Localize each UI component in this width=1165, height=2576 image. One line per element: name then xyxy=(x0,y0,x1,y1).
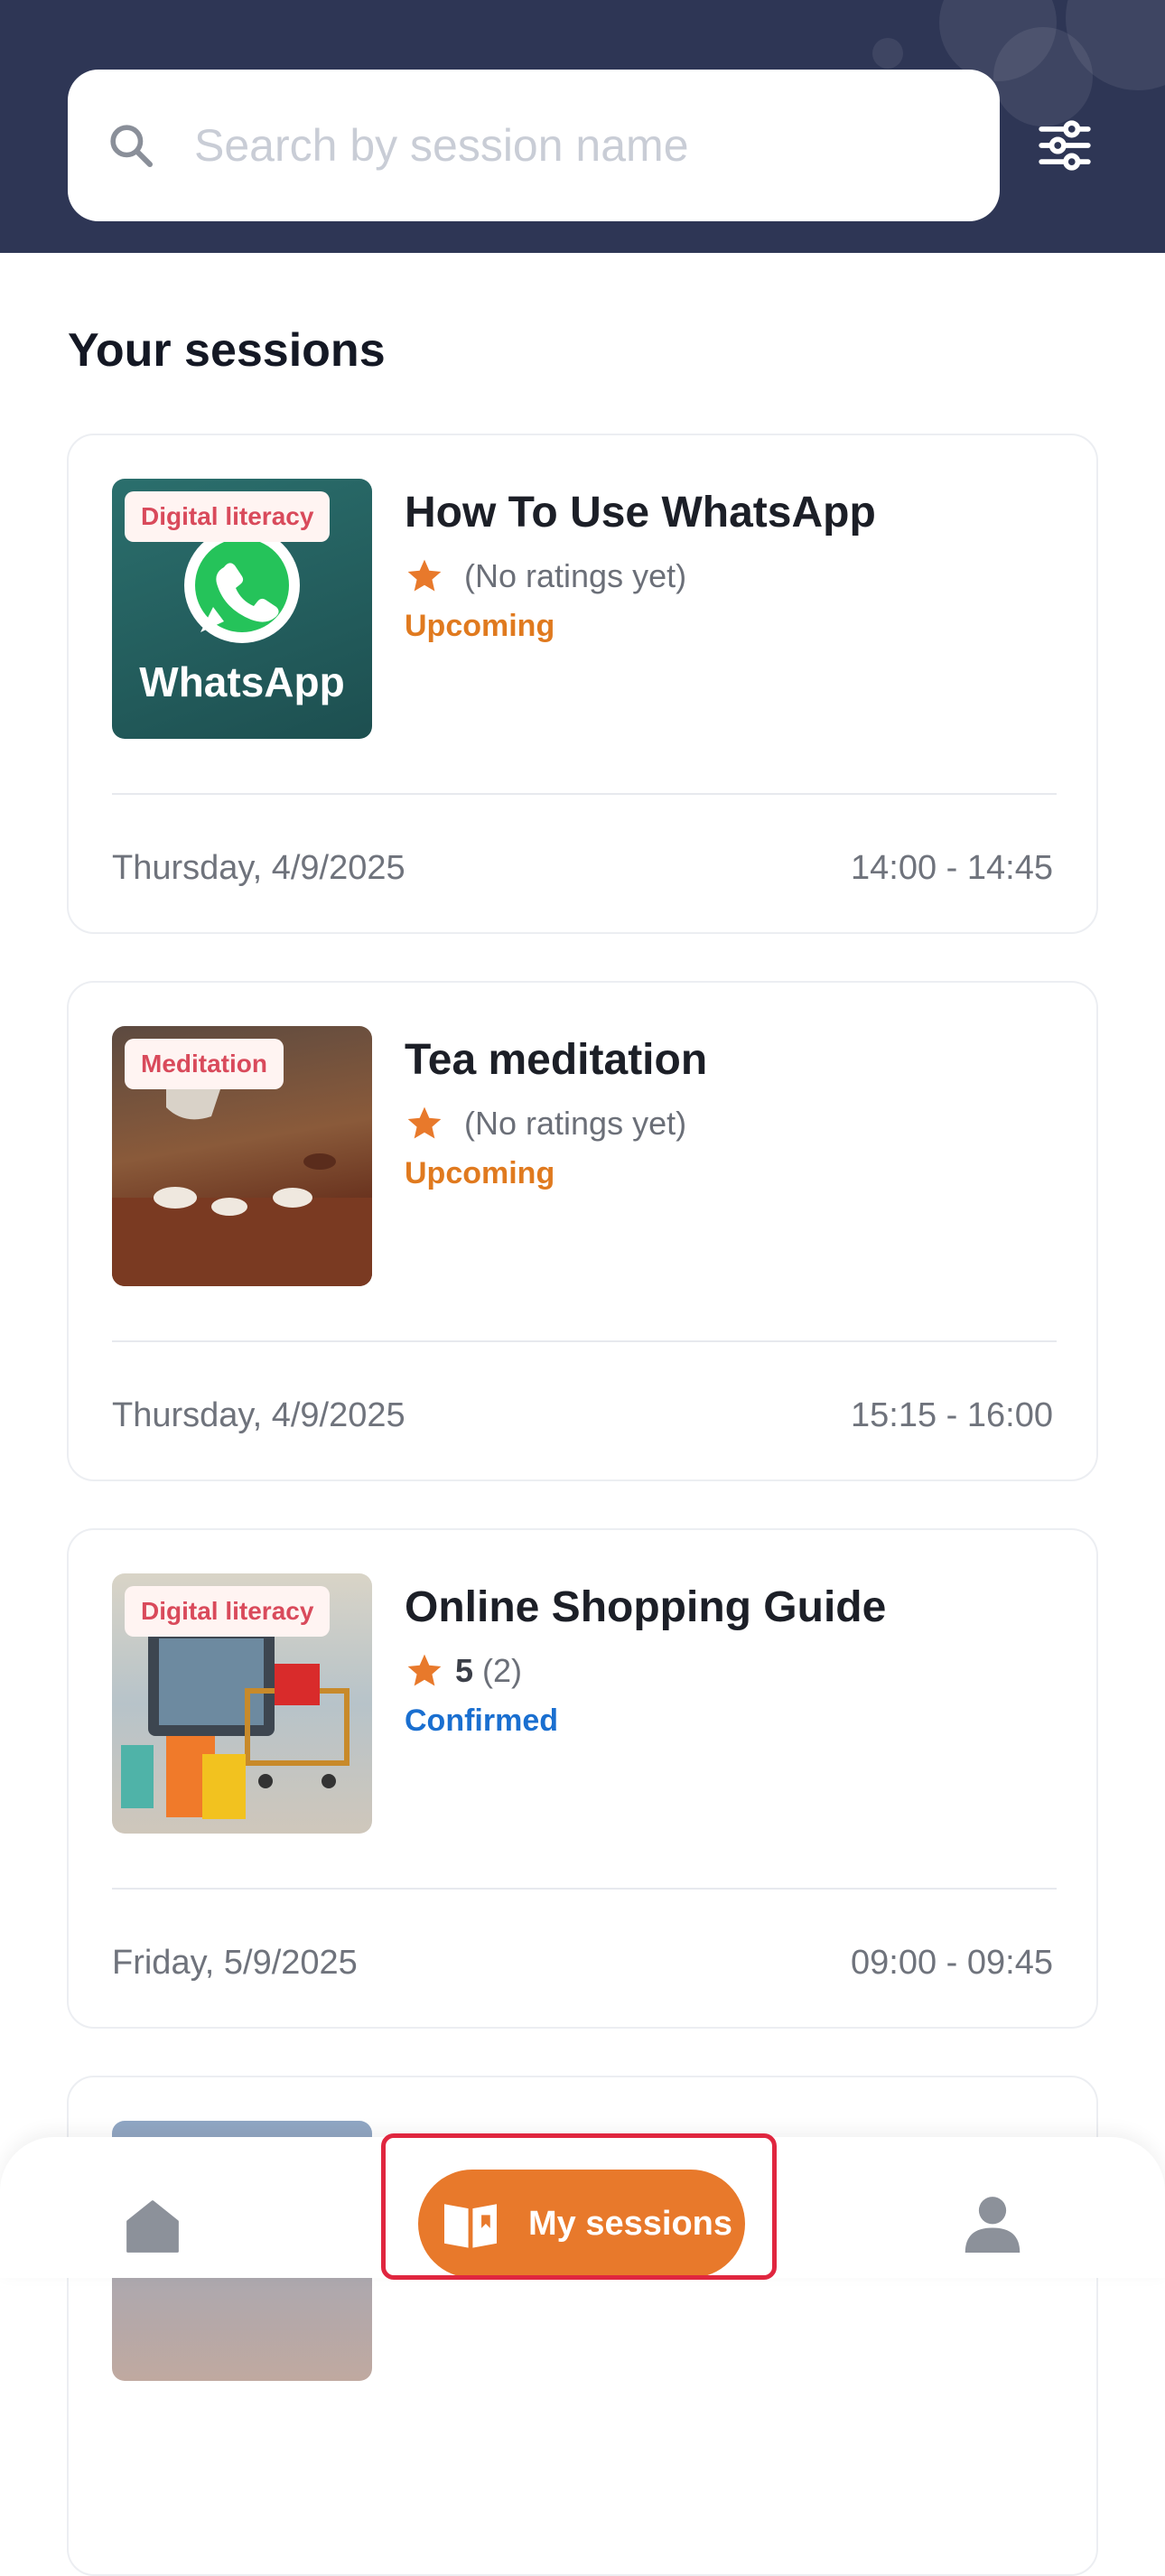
section-title: Your sessions xyxy=(68,324,386,377)
session-time: 14:00 - 14:45 xyxy=(851,849,1053,887)
book-open-icon xyxy=(444,2204,497,2248)
session-title: Tea meditation xyxy=(405,1036,708,1084)
category-tag: Meditation xyxy=(125,1039,284,1089)
session-card[interactable]: Meditation Tea meditation (No ratings ye… xyxy=(67,981,1098,1481)
star-icon xyxy=(407,559,442,592)
thumbnail-caption: WhatsApp xyxy=(139,658,345,705)
rating-text: (No ratings yet) xyxy=(464,557,687,594)
card-divider xyxy=(112,793,1057,795)
search-icon xyxy=(110,125,154,168)
session-rating: (No ratings yet) xyxy=(405,1104,686,1143)
header xyxy=(0,0,1165,253)
session-card[interactable]: Digital literacy Online Shopping Guide 5… xyxy=(67,1528,1098,2029)
rating-text: (No ratings yet) xyxy=(464,1105,687,1142)
session-time: 09:00 - 09:45 xyxy=(851,1944,1053,1982)
star-icon xyxy=(407,1654,442,1686)
session-rating: 5 (2) xyxy=(405,1651,522,1691)
session-thumbnail-tea: Meditation xyxy=(112,1026,372,1286)
session-date: Thursday, 4/9/2025 xyxy=(112,849,405,887)
session-thumbnail-shopping: Digital literacy xyxy=(112,1573,372,1834)
session-thumbnail-whatsapp: WhatsApp Digital literacy xyxy=(112,479,372,739)
session-title: Online Shopping Guide xyxy=(405,1583,887,1631)
rating-score: 5 xyxy=(455,1652,474,1689)
session-date: Thursday, 4/9/2025 xyxy=(112,1396,405,1434)
header-decoration xyxy=(872,38,903,69)
nav-my-sessions-button[interactable]: My sessions xyxy=(418,2170,745,2278)
nav-my-sessions-label: My sessions xyxy=(528,2204,732,2243)
star-icon xyxy=(407,1106,442,1139)
filter-sliders-icon[interactable] xyxy=(1037,117,1093,173)
rating-text: (2) xyxy=(482,1652,523,1689)
person-icon[interactable] xyxy=(963,2191,1022,2254)
card-divider xyxy=(112,1340,1057,1342)
status-badge: Confirmed xyxy=(405,1703,558,1738)
status-badge: Upcoming xyxy=(405,1156,555,1190)
home-icon[interactable] xyxy=(121,2197,184,2256)
search-input[interactable] xyxy=(192,118,991,173)
session-date: Friday, 5/9/2025 xyxy=(112,1944,358,1982)
bottom-nav: My sessions xyxy=(0,2137,1165,2278)
card-divider xyxy=(112,1888,1057,1890)
category-tag: Digital literacy xyxy=(125,1586,331,1637)
category-tag: Digital literacy xyxy=(125,491,331,542)
search-bar[interactable] xyxy=(68,70,1000,221)
session-rating: (No ratings yet) xyxy=(405,556,686,596)
session-title: How To Use WhatsApp xyxy=(405,489,876,537)
status-badge: Upcoming xyxy=(405,609,555,643)
session-card[interactable]: WhatsApp Digital literacy How To Use Wha… xyxy=(67,434,1098,934)
session-time: 15:15 - 16:00 xyxy=(851,1396,1053,1434)
